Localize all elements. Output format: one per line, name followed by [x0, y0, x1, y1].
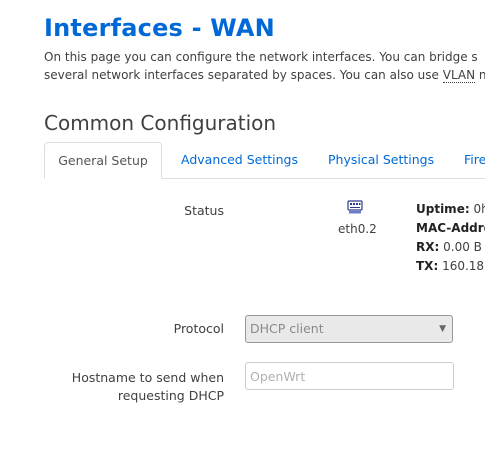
protocol-selected-value: DHCP client: [250, 321, 324, 336]
protocol-label: Protocol: [173, 321, 224, 336]
uptime-row: Uptime: 0h: [416, 200, 485, 219]
tx-row: TX: 160.18 I: [416, 257, 485, 276]
rx-value: 0.00 B (: [443, 240, 485, 254]
tab-physical-settings[interactable]: Physical Settings: [328, 142, 434, 177]
tab-advanced-settings[interactable]: Advanced Settings: [181, 142, 298, 177]
status-label: Status: [184, 203, 224, 218]
page-description: On this page you can configure the netwo…: [44, 48, 485, 84]
hostname-label-line-2: requesting DHCP: [117, 388, 224, 403]
rx-label: RX:: [416, 240, 440, 254]
config-tabs: General Setup Advanced Settings Physical…: [44, 142, 485, 179]
description-text: several network interfaces separated by …: [44, 68, 443, 82]
hostname-label-line-1: Hostname to send when: [71, 370, 224, 385]
description-line-2: several network interfaces separated by …: [44, 66, 485, 84]
description-line-1: On this page you can configure the netwo…: [44, 50, 478, 64]
chevron-down-icon: ▼: [439, 324, 446, 334]
status-details: Uptime: 0h MAC-Addre RX: 0.00 B ( TX: 16…: [416, 200, 485, 276]
device-name: eth0.2: [338, 222, 377, 236]
tx-label: TX:: [416, 259, 439, 273]
hostname-label: Hostname to send when requesting DHCP: [40, 369, 224, 405]
protocol-select[interactable]: DHCP client ▼: [245, 315, 453, 343]
rx-row: RX: 0.00 B (: [416, 238, 485, 257]
tab-general-setup[interactable]: General Setup: [44, 142, 162, 179]
mac-row: MAC-Addre: [416, 219, 485, 238]
vlan-term: VLAN: [442, 68, 476, 83]
page-title: Interfaces - WAN: [44, 14, 275, 42]
tx-value: 160.18 I: [442, 259, 485, 273]
hostname-input[interactable]: [245, 362, 454, 390]
tab-firewall-settings[interactable]: Fire: [464, 142, 485, 177]
mac-label: MAC-Addre: [416, 221, 485, 235]
section-title: Common Configuration: [44, 111, 277, 135]
ethernet-port-icon: [347, 200, 363, 214]
description-text-tail: n: [478, 68, 485, 82]
uptime-value: 0h: [473, 202, 485, 216]
uptime-label: Uptime:: [416, 202, 470, 216]
